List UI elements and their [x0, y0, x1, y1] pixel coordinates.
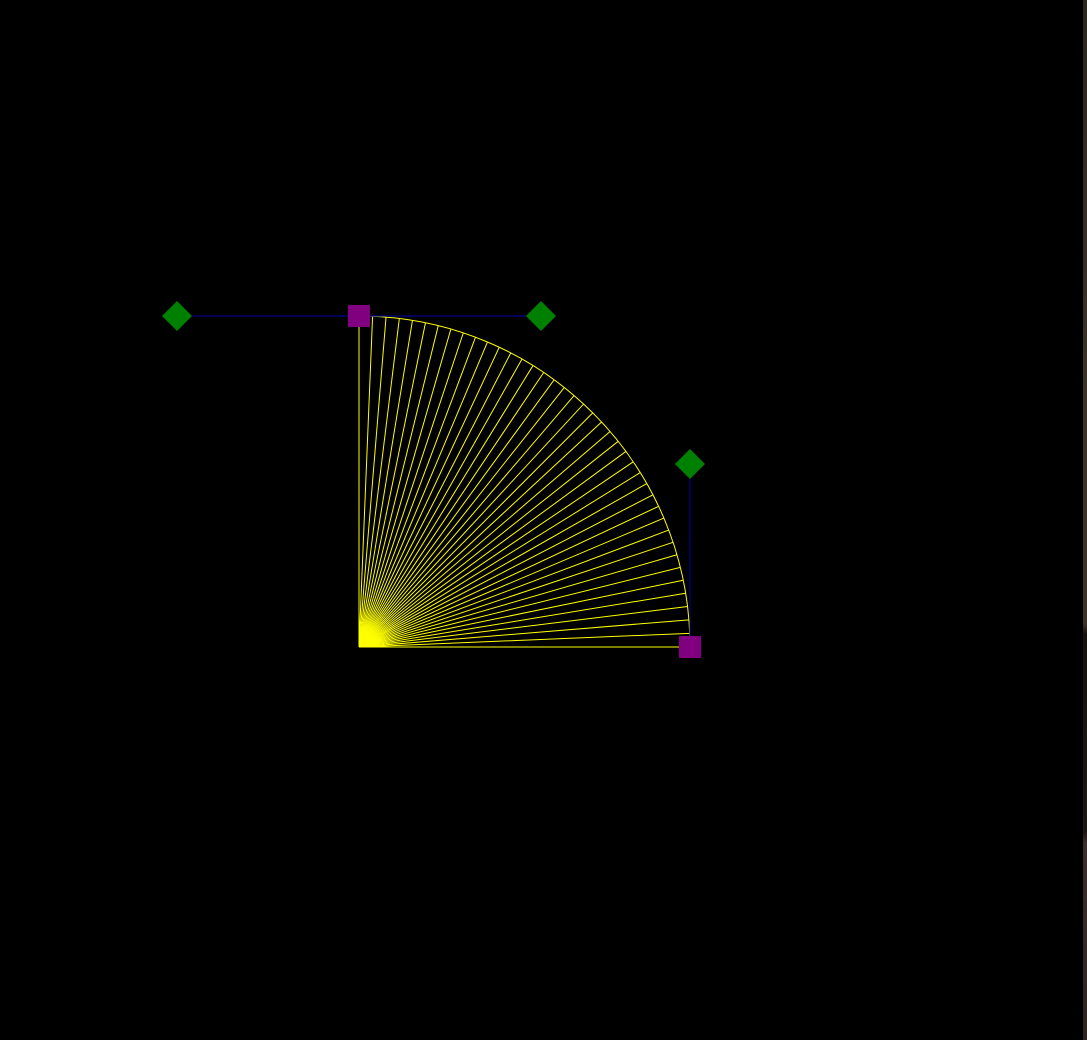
control-start-left-handle[interactable]	[162, 301, 192, 331]
fan-ray	[358, 605, 688, 648]
fan-ray	[358, 632, 690, 648]
fan-ray	[358, 451, 627, 648]
control-end-top-handle[interactable]	[675, 449, 705, 479]
bezier-canvas-svg[interactable]	[0, 0, 1087, 1040]
anchor-start-handle[interactable]	[348, 305, 370, 327]
fan-ray	[358, 412, 594, 648]
fan-ray	[358, 472, 641, 648]
fan-ray	[358, 379, 555, 648]
fan-ray	[358, 316, 374, 648]
anchor-end-handle[interactable]	[679, 636, 701, 658]
drawing-canvas[interactable]	[0, 0, 1087, 1040]
fan-ray	[358, 554, 678, 648]
fan-ray	[358, 328, 452, 648]
fan-ray	[358, 352, 512, 648]
fan-ray	[358, 318, 400, 648]
ray-fan	[358, 316, 690, 648]
control-start-right-handle[interactable]	[526, 301, 556, 331]
window-edge	[1083, 0, 1087, 1040]
fan-ray	[358, 494, 654, 648]
control-lines	[177, 315, 691, 647]
fan-ray	[358, 365, 534, 648]
